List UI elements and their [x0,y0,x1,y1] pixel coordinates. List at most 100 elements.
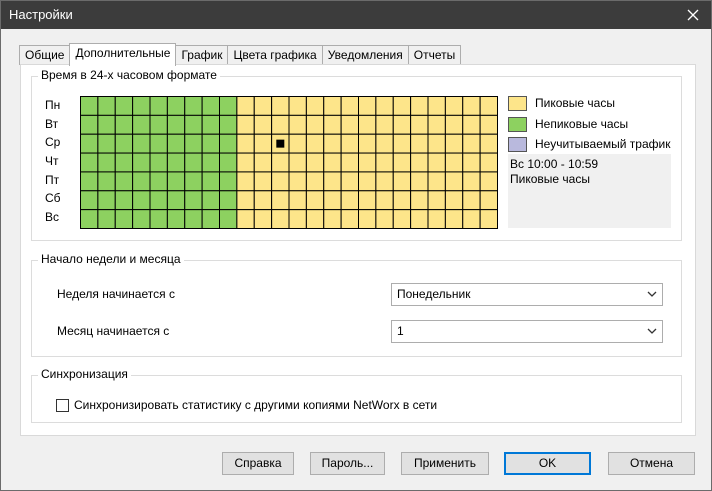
hour-cell[interactable] [340,152,359,173]
hour-cell[interactable] [427,114,446,135]
hour-cell[interactable] [271,190,290,211]
hour-cell[interactable] [149,190,168,211]
hour-cell[interactable] [358,190,377,211]
hour-cell[interactable] [97,133,116,154]
hour-cell[interactable] [358,96,377,116]
hour-cell[interactable] [97,96,116,116]
hour-cell[interactable] [253,114,273,135]
tab-notifications[interactable]: Уведомления [321,45,408,65]
cancel-button[interactable]: Отмена [608,452,695,475]
hour-cell[interactable] [219,171,238,192]
hour-cell[interactable] [236,209,255,229]
hour-cell[interactable] [184,171,203,192]
hour-cell[interactable] [323,96,342,116]
hour-cell[interactable] [253,133,273,154]
hour-cell[interactable] [149,152,168,173]
hour-cell[interactable] [184,209,203,229]
hour-cell[interactable] [288,96,307,116]
hour-cell[interactable] [462,209,481,229]
hour-cell[interactable] [236,114,255,135]
hour-cell[interactable] [97,114,116,135]
hour-cell[interactable] [97,190,116,211]
hour-cell[interactable] [166,171,186,192]
hour-cell[interactable] [358,209,377,229]
week-start-select[interactable]: Понедельник [391,283,663,306]
hour-cell[interactable] [410,114,429,135]
hour-cell[interactable] [97,171,116,192]
hour-cell[interactable] [305,171,325,192]
hour-cell[interactable] [253,96,273,116]
hour-cell[interactable] [358,152,377,173]
hour-cell[interactable] [166,133,186,154]
hour-cell[interactable] [132,133,151,154]
hour-cell[interactable] [392,152,412,173]
hour-cell[interactable] [375,152,394,173]
hour-cell[interactable] [184,152,203,173]
hour-cell[interactable] [288,190,307,211]
hour-cell[interactable] [479,133,498,154]
hour-cell[interactable] [184,190,203,211]
hour-cell[interactable] [271,96,290,116]
hour-cell[interactable] [410,152,429,173]
hour-cell[interactable] [149,209,168,229]
hour-cell[interactable] [80,114,99,135]
hour-cell[interactable] [149,133,168,154]
hour-cell[interactable] [444,114,464,135]
hour-cell[interactable] [323,171,342,192]
hour-cell[interactable] [80,209,99,229]
hour-cell[interactable] [201,152,220,173]
hour-cell[interactable] [427,133,446,154]
hour-cell[interactable] [479,96,498,116]
hour-cell[interactable] [323,114,342,135]
hour-cell[interactable] [271,152,290,173]
hour-cell[interactable] [114,152,134,173]
sync-checkbox[interactable] [56,398,69,412]
hour-cell[interactable] [375,133,394,154]
hour-cell[interactable] [427,152,446,173]
hour-cell[interactable] [253,209,273,229]
hour-cell[interactable] [219,190,238,211]
hour-cell[interactable] [462,171,481,192]
hour-cell[interactable] [201,133,220,154]
tab-graph[interactable]: График [176,45,228,65]
hour-cell[interactable] [288,133,307,154]
hour-cell[interactable] [444,209,464,229]
hour-cell[interactable] [80,190,99,211]
hour-cell[interactable] [323,133,342,154]
hour-cell[interactable] [149,114,168,135]
apply-button[interactable]: Применить [401,452,489,475]
password-button[interactable]: Пароль... [310,452,385,475]
hour-cell[interactable] [288,152,307,173]
hour-cell[interactable] [340,171,359,192]
hour-cell[interactable] [236,96,255,116]
hour-cell[interactable] [166,152,186,173]
hour-cell[interactable] [462,152,481,173]
hour-cell[interactable] [288,209,307,229]
hour-cell[interactable] [462,114,481,135]
hour-cell[interactable] [392,133,412,154]
hour-cell[interactable] [166,96,186,116]
hour-cell[interactable] [375,96,394,116]
hour-cell[interactable] [149,171,168,192]
hour-cell[interactable] [392,209,412,229]
hour-cell[interactable] [271,114,290,135]
hour-cell[interactable] [444,190,464,211]
hour-cell[interactable] [184,133,203,154]
hour-cell[interactable] [114,133,134,154]
hour-cell[interactable] [375,171,394,192]
hour-cell[interactable] [410,171,429,192]
hour-cell[interactable] [166,209,186,229]
hour-cell[interactable] [80,171,99,192]
help-button[interactable]: Справка [222,452,294,475]
hour-cell[interactable] [462,96,481,116]
hour-cell[interactable] [271,171,290,192]
hour-cell[interactable] [201,96,220,116]
hour-cell[interactable] [444,133,464,154]
hour-cell[interactable] [201,114,220,135]
hour-cell[interactable] [166,114,186,135]
hour-cell[interactable] [479,190,498,211]
hour-cell[interactable] [132,96,151,116]
hour-cell[interactable] [132,190,151,211]
hour-cell[interactable] [340,190,359,211]
hour-cell[interactable] [132,114,151,135]
